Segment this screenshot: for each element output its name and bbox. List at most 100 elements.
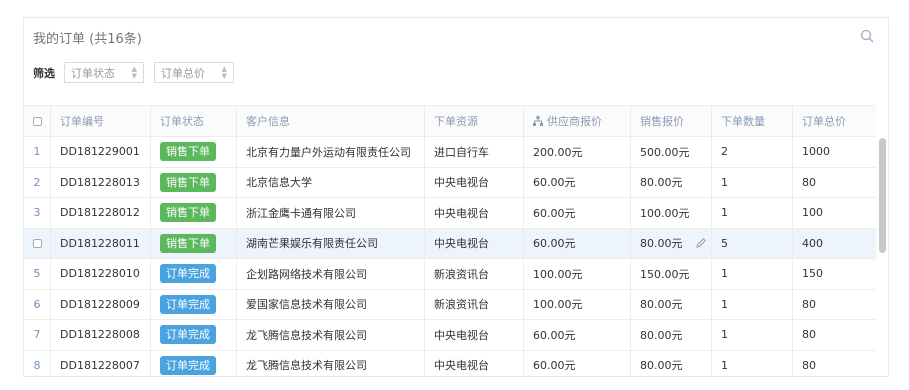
status-badge: 销售下单: [160, 233, 216, 253]
order-source: 中央电视台: [425, 228, 524, 258]
sale-price: 80.00元: [640, 328, 683, 342]
sale-price-cell: 150.00元: [631, 259, 712, 289]
order-status-cell: 销售下单: [151, 228, 237, 258]
header-order-status[interactable]: 订单状态: [151, 106, 237, 136]
header-total[interactable]: 订单总价: [793, 106, 876, 136]
order-source: 进口自行车: [425, 137, 524, 167]
order-id: DD181228009: [51, 289, 151, 319]
order-quantity: 5: [712, 228, 793, 258]
table-row[interactable]: 5 DD181228010 订单完成 企划路网络技术有限公司 新浪资讯台 100.00元 1…: [24, 259, 876, 290]
vertical-scrollbar[interactable]: [879, 138, 886, 253]
order-status-cell: 订单完成: [151, 320, 237, 350]
filter-total-select[interactable]: 订单总价 ▲ ▼: [154, 62, 234, 83]
table-row[interactable]: 1 DD181229001 销售下单 北京有力量户外运动有限责任公司 进口自行车 200.…: [24, 137, 876, 168]
supplier-price: 100.00元: [524, 259, 631, 289]
pencil-icon[interactable]: [695, 237, 707, 249]
row-index: 5: [24, 259, 51, 289]
sale-price-cell: 80.00元: [631, 167, 712, 197]
table-row[interactable]: DD181228011 销售下单 湖南芒果娱乐有限责任公司 中央电视台 60.00元 80…: [24, 228, 876, 259]
sale-price: 100.00元: [640, 206, 690, 220]
sale-price: 80.00元: [640, 237, 683, 251]
status-badge: 销售下单: [160, 142, 216, 162]
sale-price-cell: 80.00元: [631, 289, 712, 319]
sort-arrows-icon: ▲ ▼: [131, 65, 137, 80]
header-quantity[interactable]: 下单数量: [712, 106, 793, 136]
header-customer[interactable]: 客户信息: [237, 106, 425, 136]
order-quantity: 1: [712, 167, 793, 197]
order-id: DD181228008: [51, 320, 151, 350]
order-quantity: 1: [712, 289, 793, 319]
status-badge: 销售下单: [160, 203, 216, 223]
order-status-cell: 销售下单: [151, 198, 237, 228]
search-icon[interactable]: [860, 29, 874, 43]
header-source[interactable]: 下单资源: [425, 106, 524, 136]
sale-price-cell: 100.00元: [631, 198, 712, 228]
orders-panel: 我的订单 (共16条) 筛选 订单状态 ▲ ▼ 订单总价 ▲ ▼ 订单编号 订单状态…: [23, 17, 889, 377]
supplier-price: 60.00元: [524, 167, 631, 197]
sale-price-cell: 80.00元: [631, 228, 712, 258]
order-id: DD181228012: [51, 198, 151, 228]
customer-info: 龙飞腾信息技术有限公司: [237, 320, 425, 350]
sale-price: 80.00元: [640, 359, 683, 373]
row-index: 7: [24, 320, 51, 350]
sale-price: 150.00元: [640, 267, 690, 281]
order-total: 150: [802, 267, 823, 281]
table-row[interactable]: 2 DD181228013 销售下单 北京信息大学 中央电视台 60.00元 80.00元 1…: [24, 167, 876, 198]
row-index: 2: [24, 167, 51, 197]
status-badge: 销售下单: [160, 172, 216, 192]
row-index: 1: [24, 137, 51, 167]
order-status-cell: 订单完成: [151, 289, 237, 319]
header-supplier-price[interactable]: 供应商报价: [524, 106, 631, 136]
filter-total-label: 订单总价: [161, 66, 205, 80]
order-total: 80: [802, 297, 816, 311]
supplier-price: 60.00元: [524, 198, 631, 228]
row-checkbox[interactable]: [32, 238, 42, 248]
table-row[interactable]: 8 DD181228007 订单完成 龙飞腾信息技术有限公司 中央电视台 60.00元 80…: [24, 350, 876, 376]
supplier-price: 60.00元: [524, 320, 631, 350]
order-status-cell: 订单完成: [151, 350, 237, 376]
select-all-checkbox[interactable]: [32, 116, 42, 126]
supplier-price: 100.00元: [524, 289, 631, 319]
sort-arrows-icon: ▲ ▼: [221, 65, 227, 80]
status-badge: 订单完成: [160, 294, 216, 314]
status-badge: 订单完成: [160, 264, 216, 284]
table-row[interactable]: 6 DD181228009 订单完成 爱国家信息技术有限公司 新浪资讯台 100.00元 8…: [24, 289, 876, 320]
table-row[interactable]: 3 DD181228012 销售下单 浙江金鹰卡通有限公司 中央电视台 60.00元 100…: [24, 198, 876, 229]
customer-info: 企划路网络技术有限公司: [237, 259, 425, 289]
order-quantity: 1: [712, 198, 793, 228]
table-body: 1 DD181229001 销售下单 北京有力量户外运动有限责任公司 进口自行车 200.…: [24, 137, 876, 376]
table-header: 订单编号 订单状态 客户信息 下单资源 供应商报价 销售报价 下单数量 订单总价: [24, 105, 876, 137]
order-status-cell: 销售下单: [151, 137, 237, 167]
header-order-id[interactable]: 订单编号: [51, 106, 151, 136]
order-quantity: 1: [712, 259, 793, 289]
customer-info: 北京有力量户外运动有限责任公司: [237, 137, 425, 167]
order-source: 新浪资讯台: [425, 259, 524, 289]
order-source: 中央电视台: [425, 167, 524, 197]
order-id: DD181228011: [51, 228, 151, 258]
order-id: DD181228013: [51, 167, 151, 197]
row-index: 6: [24, 289, 51, 319]
order-status-cell: 销售下单: [151, 167, 237, 197]
table-row[interactable]: 7 DD181228008 订单完成 龙飞腾信息技术有限公司 中央电视台 60.00元 80…: [24, 320, 876, 351]
order-total: 100: [802, 206, 823, 220]
customer-info: 浙江金鹰卡通有限公司: [237, 198, 425, 228]
filter-bar: 筛选 订单状态 ▲ ▼ 订单总价 ▲ ▼: [33, 62, 244, 83]
order-source: 中央电视台: [425, 350, 524, 376]
order-id: DD181228010: [51, 259, 151, 289]
order-total: 80: [802, 358, 816, 372]
header-sale-price[interactable]: 销售报价: [631, 106, 712, 136]
order-status-cell: 订单完成: [151, 259, 237, 289]
order-total: 80: [802, 175, 816, 189]
orders-table: 订单编号 订单状态 客户信息 下单资源 供应商报价 销售报价 下单数量 订单总价…: [24, 105, 876, 376]
customer-info: 北京信息大学: [237, 167, 425, 197]
sale-price-cell: 500.00元: [631, 137, 712, 167]
filter-status-select[interactable]: 订单状态 ▲ ▼: [64, 62, 144, 83]
row-select-cell: [24, 228, 51, 258]
customer-info: 湖南芒果娱乐有限责任公司: [237, 228, 425, 258]
order-total: 80: [802, 328, 816, 342]
row-index: 3: [24, 198, 51, 228]
status-badge: 订单完成: [160, 325, 216, 345]
header-supplier-price-label: 供应商报价: [547, 115, 602, 128]
sale-price: 500.00元: [640, 145, 690, 159]
customer-info: 爱国家信息技术有限公司: [237, 289, 425, 319]
